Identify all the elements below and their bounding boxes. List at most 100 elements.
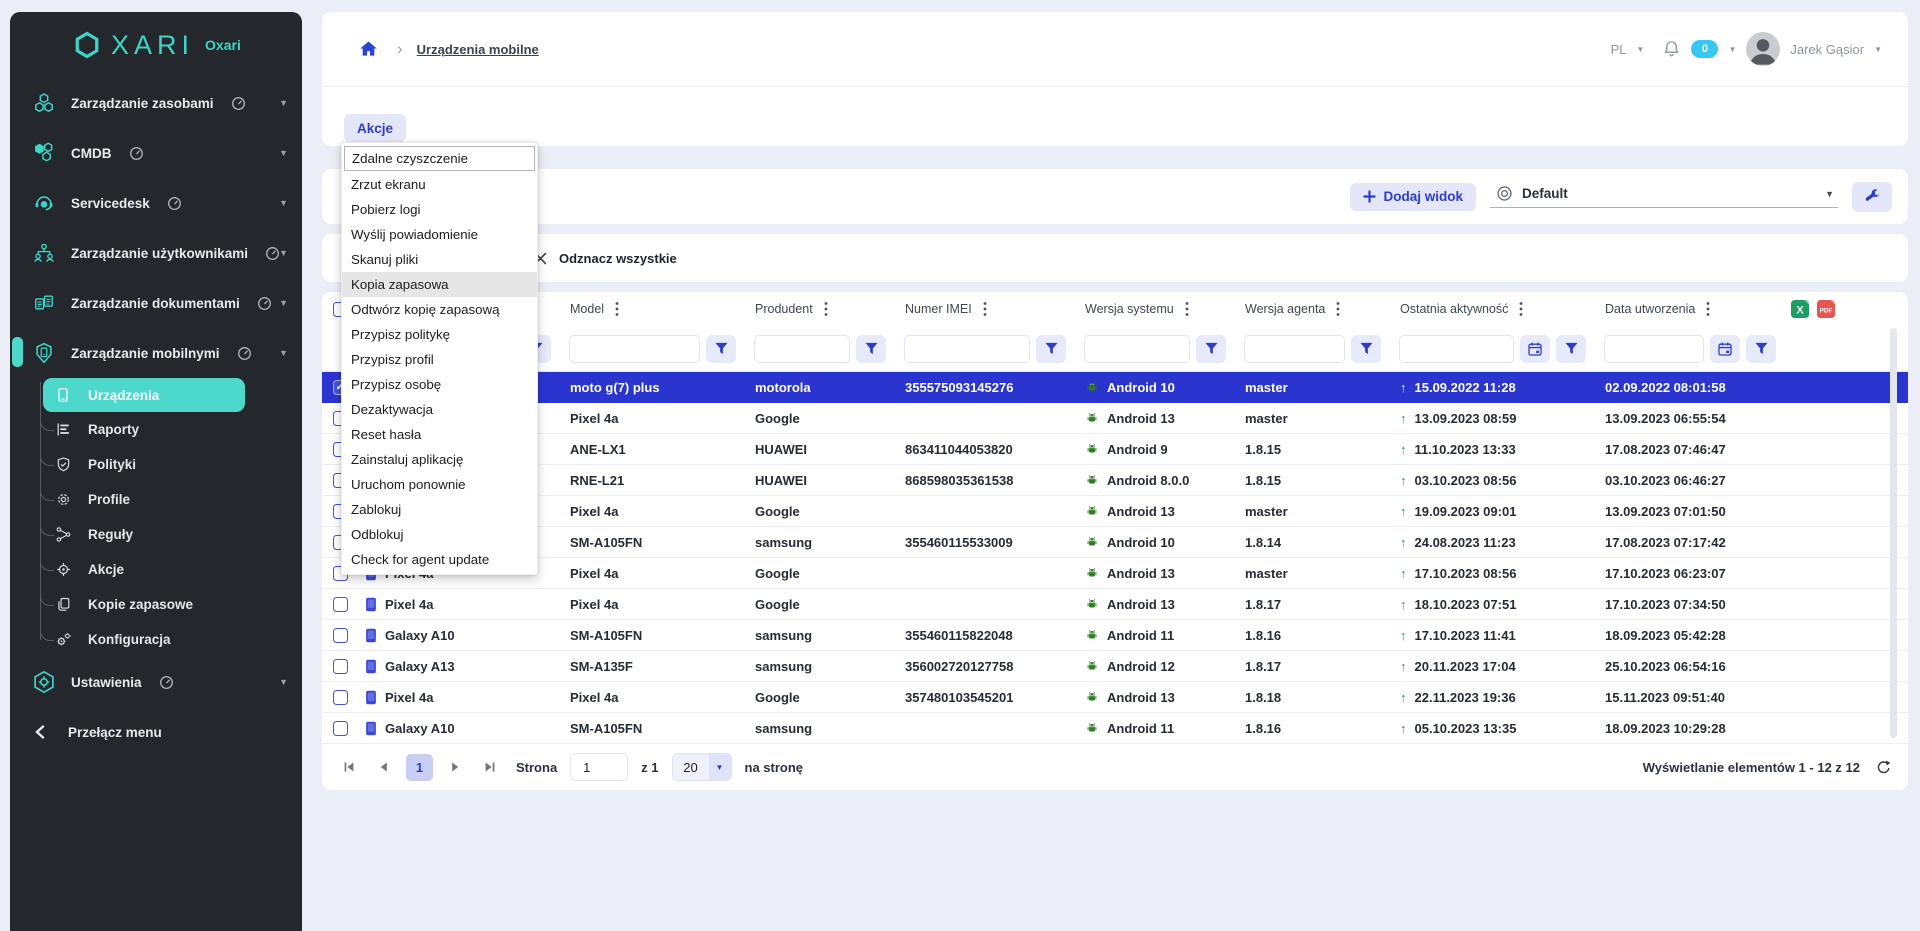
- actions-menu-item[interactable]: Zainstaluj aplikację: [342, 447, 537, 472]
- column-filter-input[interactable]: [1244, 335, 1345, 363]
- calendar-filter-button[interactable]: [1520, 335, 1550, 363]
- view-select[interactable]: Default ▼: [1490, 185, 1838, 208]
- export-excel-icon[interactable]: X: [1790, 299, 1810, 319]
- calendar-filter-button[interactable]: [1710, 335, 1740, 363]
- funnel-filter-button[interactable]: [856, 335, 886, 363]
- column-menu-icon[interactable]: [1185, 301, 1189, 317]
- sidebar-group-item[interactable]: Ustawienia ▼: [10, 657, 302, 707]
- column-menu-icon[interactable]: [983, 301, 987, 317]
- actions-menu-item[interactable]: Pobierz logi: [342, 197, 537, 222]
- funnel-filter-button[interactable]: [1351, 335, 1381, 363]
- bell-icon[interactable]: [1662, 39, 1681, 59]
- current-page-button[interactable]: 1: [406, 754, 433, 781]
- column-filter-input[interactable]: [1399, 335, 1514, 363]
- refresh-icon[interactable]: [1875, 759, 1892, 776]
- actions-menu-item[interactable]: Zrzut ekranu: [342, 172, 537, 197]
- actions-menu-item[interactable]: Odtwórz kopię zapasową: [342, 297, 537, 322]
- column-header[interactable]: Wersja systemu: [1078, 301, 1238, 317]
- column-filter-input[interactable]: [1604, 335, 1704, 363]
- table-row[interactable]: Pixel 4a Pixel 4a Google Android 13 mast…: [322, 558, 1908, 589]
- sidebar-group-item[interactable]: Zarządzanie mobilnymi ▼: [10, 328, 302, 378]
- column-filter-input[interactable]: [754, 335, 850, 363]
- sidebar-group-item[interactable]: Zarządzanie użytkownikami ▼: [10, 228, 302, 278]
- sidebar-sub-item[interactable]: Kopie zapasowe: [10, 587, 302, 622]
- sidebar-sub-item[interactable]: Akcje: [10, 552, 302, 587]
- row-checkbox[interactable]: [333, 690, 348, 705]
- row-checkbox[interactable]: [333, 721, 348, 736]
- next-page-button[interactable]: [442, 754, 468, 780]
- row-checkbox[interactable]: [333, 597, 348, 612]
- column-menu-icon[interactable]: [824, 301, 828, 317]
- column-filter-input[interactable]: [1084, 335, 1190, 363]
- sidebar-group-item[interactable]: CMDB ▼: [10, 128, 302, 178]
- actions-menu-item[interactable]: Check for agent update: [342, 547, 537, 572]
- add-view-button[interactable]: Dodaj widok: [1350, 183, 1476, 211]
- actions-menu-item[interactable]: Przypisz politykę: [342, 322, 537, 347]
- export-pdf-icon[interactable]: PDF: [1816, 299, 1836, 319]
- actions-menu-item[interactable]: Przypisz profil: [342, 347, 537, 372]
- actions-menu-item[interactable]: Wyślij powiadomienie: [342, 222, 537, 247]
- deselect-all[interactable]: Odznacz wszystkie: [534, 251, 677, 266]
- actions-menu-item[interactable]: Skanuj pliki: [342, 247, 537, 272]
- sidebar-sub-item[interactable]: Raporty: [10, 412, 302, 447]
- table-row[interactable]: RNE-L21 HUAWEI 868598035361538 Android 8…: [322, 465, 1908, 496]
- table-row[interactable]: Pixel 4a Google Android 13 master ↑ 19.0…: [322, 496, 1908, 527]
- prev-page-button[interactable]: [371, 754, 397, 780]
- table-row[interactable]: Pixel 4a Google Android 13 master ↑ 13.0…: [322, 403, 1908, 434]
- user-caret-icon[interactable]: ▼: [1874, 45, 1882, 54]
- actions-button[interactable]: Akcje: [344, 114, 406, 142]
- sidebar-sub-item[interactable]: Polityki: [10, 447, 302, 482]
- column-header[interactable]: Data utworzenia: [1598, 301, 1788, 317]
- table-row[interactable]: ✓ moto g(7) plus motorola 35557509314527…: [322, 372, 1908, 403]
- funnel-filter-button[interactable]: [1036, 335, 1066, 363]
- table-row[interactable]: Galaxy A10 SM-A105FN samsung Android 11 …: [322, 713, 1908, 744]
- user-name[interactable]: Jarek Gąsior: [1790, 42, 1864, 57]
- table-row[interactable]: SM-A105FN samsung 355460115533009 Androi…: [322, 527, 1908, 558]
- view-settings-button[interactable]: [1852, 182, 1892, 212]
- sidebar-group-item[interactable]: Servicedesk ▼: [10, 178, 302, 228]
- table-row[interactable]: Pixel 4a Pixel 4a Google 357480103545201…: [322, 682, 1908, 713]
- user-avatar[interactable]: [1746, 32, 1780, 66]
- page-size-select[interactable]: 20 ▼: [672, 753, 732, 781]
- column-menu-icon[interactable]: [615, 301, 619, 317]
- actions-menu-item[interactable]: Zdalne czyszczenie: [344, 146, 535, 171]
- actions-menu-item[interactable]: Reset hasła: [342, 422, 537, 447]
- notification-caret-icon[interactable]: ▼: [1728, 45, 1736, 54]
- sidebar-sub-item[interactable]: Konfiguracja: [10, 622, 302, 657]
- sidebar-group-item[interactable]: Zarządzanie dokumentami ▼: [10, 278, 302, 328]
- row-checkbox[interactable]: [333, 659, 348, 674]
- funnel-filter-button[interactable]: [1556, 335, 1586, 363]
- last-page-button[interactable]: [477, 754, 503, 780]
- sidebar-toggle-menu[interactable]: Przełącz menu: [10, 707, 302, 757]
- actions-menu-item[interactable]: Przypisz osobę: [342, 372, 537, 397]
- actions-menu-item[interactable]: Kopia zapasowa: [342, 272, 537, 297]
- language-selector[interactable]: PL: [1611, 42, 1627, 57]
- row-checkbox[interactable]: [333, 628, 348, 643]
- table-row[interactable]: ANE-LX1 HUAWEI 863411044053820 Android 9…: [322, 434, 1908, 465]
- actions-menu-item[interactable]: Dezaktywacja: [342, 397, 537, 422]
- funnel-filter-button[interactable]: [706, 335, 736, 363]
- actions-menu-item[interactable]: Uruchom ponownie: [342, 472, 537, 497]
- funnel-filter-button[interactable]: [1746, 335, 1776, 363]
- home-icon[interactable]: [358, 39, 379, 59]
- page-number-input[interactable]: [570, 753, 628, 781]
- column-header[interactable]: Produdent: [748, 301, 898, 317]
- brand-logo[interactable]: XARI Oxari: [10, 12, 302, 78]
- sidebar-sub-item[interactable]: Reguły: [10, 517, 302, 552]
- column-filter-input[interactable]: [904, 335, 1030, 363]
- column-filter-input[interactable]: [569, 335, 700, 363]
- sidebar-group-item[interactable]: Zarządzanie zasobami ▼: [10, 78, 302, 128]
- column-menu-icon[interactable]: [1336, 301, 1340, 317]
- column-header[interactable]: Model: [563, 301, 748, 317]
- actions-menu-item[interactable]: Odblokuj: [342, 522, 537, 547]
- column-menu-icon[interactable]: [1706, 301, 1710, 317]
- sidebar-sub-item[interactable]: Urządzenia: [43, 378, 245, 412]
- funnel-filter-button[interactable]: [1196, 335, 1226, 363]
- column-menu-icon[interactable]: [1519, 301, 1523, 317]
- sidebar-sub-item[interactable]: Profile: [10, 482, 302, 517]
- first-page-button[interactable]: [336, 754, 362, 780]
- actions-menu-item[interactable]: Zablokuj: [342, 497, 537, 522]
- column-header[interactable]: Wersja agenta: [1238, 301, 1393, 317]
- breadcrumb-link[interactable]: Urządzenia mobilne: [417, 42, 539, 57]
- table-scrollbar[interactable]: [1890, 328, 1897, 738]
